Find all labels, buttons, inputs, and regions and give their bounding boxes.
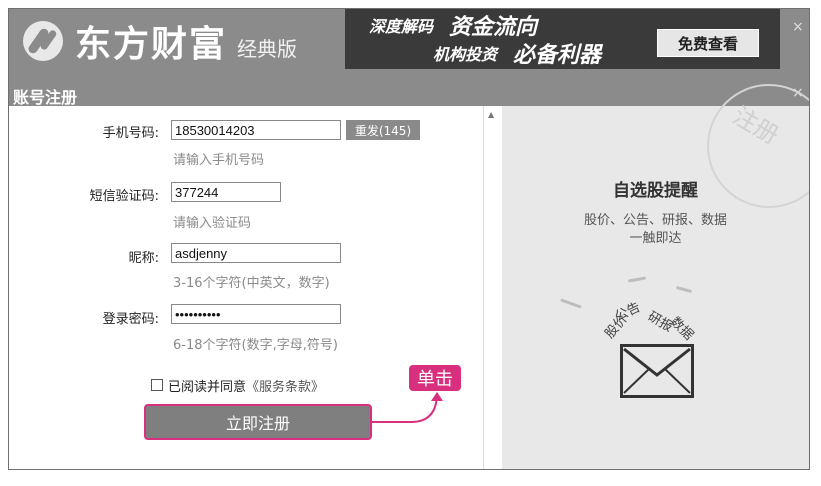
promo-panel: 注册 自选股提醒 股价、公告、研报、数据 一触即达 股价 公告 研报 数据	[502, 84, 809, 469]
sms-hint: 请输入验证码	[173, 216, 252, 231]
window-title: 账号注册	[13, 88, 78, 107]
envelope-icon	[620, 344, 694, 398]
app-logo: 东方财富 经典版	[23, 15, 297, 67]
promo-title: 自选股提醒	[613, 181, 698, 201]
promo-subtitle: 股价、公告、研报、数据	[583, 213, 727, 228]
agree-checkbox[interactable]	[151, 379, 163, 391]
phone-label: 手机号码:	[102, 126, 159, 141]
decor-streak	[560, 298, 582, 309]
agree-text: 已阅读并同意	[168, 380, 247, 395]
decor-streak	[627, 276, 647, 283]
agree-label: 已阅读并同意《服务条款》	[168, 376, 324, 395]
sms-code-input[interactable]	[171, 182, 281, 202]
terms-link[interactable]: 《服务条款》	[246, 380, 324, 395]
sms-label: 短信验证码:	[89, 189, 159, 204]
registration-form: 手机号码: 重发(145) 请输入手机号码 短信验证码: 请输入验证码 昵称: …	[9, 106, 483, 469]
nickname-label: 昵称:	[128, 251, 159, 266]
callout-arrow	[372, 392, 443, 423]
resend-button[interactable]: 重发(145)	[346, 120, 420, 140]
password-hint: 6-18个字符(数字,字母,符号)	[173, 338, 338, 353]
register-button[interactable]: 立即注册	[144, 404, 372, 440]
title-bar	[9, 82, 809, 106]
free-view-button[interactable]: 免费查看	[657, 29, 759, 57]
ad-text: 机构投资	[433, 45, 498, 64]
ad-banner[interactable]: 深度解码 资金流向 机构投资 必备利器 免费查看	[345, 9, 780, 69]
brand-name: 东方财富	[75, 24, 228, 65]
click-callout: 单击	[409, 365, 461, 391]
logo-icon	[23, 21, 63, 61]
ad-close-icon[interactable]: ×	[792, 19, 804, 35]
scrollbar[interactable]: ▲	[483, 106, 502, 469]
registration-window: 东方财富 经典版 深度解码 资金流向 机构投资 必备利器 免费查看 × 账号注册…	[8, 8, 810, 470]
app-header: 东方财富 经典版 深度解码 资金流向 机构投资 必备利器 免费查看 ×	[9, 9, 809, 82]
edition-label: 经典版	[237, 36, 298, 61]
promo-subtitle: 一触即达	[629, 231, 682, 246]
password-label: 登录密码:	[102, 312, 159, 327]
stamp-text: 注册	[727, 101, 784, 150]
scroll-up-icon[interactable]: ▲	[488, 110, 494, 119]
decor-streak	[675, 285, 693, 294]
password-input[interactable]	[171, 304, 341, 324]
ad-text: 必备利器	[513, 43, 602, 68]
nickname-input[interactable]	[171, 243, 341, 263]
ad-text: 深度解码	[369, 17, 434, 36]
phone-hint: 请输入手机号码	[173, 153, 265, 168]
phone-input[interactable]	[171, 120, 341, 140]
nickname-hint: 3-16个字符(中英文，数字)	[173, 276, 330, 291]
